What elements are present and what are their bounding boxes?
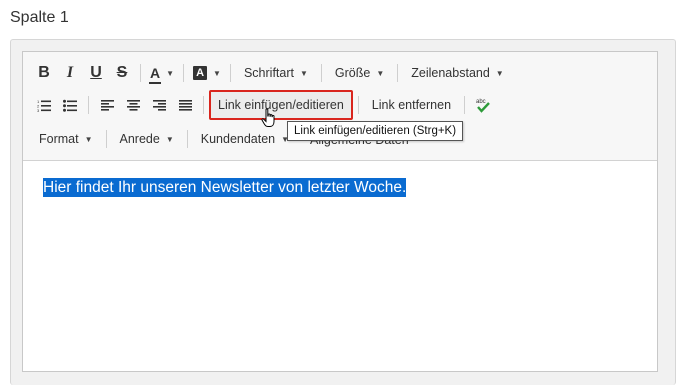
align-right-button[interactable] [146, 93, 172, 117]
toolbar-divider [186, 130, 188, 148]
toolbar-divider [140, 64, 141, 82]
chevron-down-icon: ▼ [165, 134, 174, 144]
font-family-dropdown[interactable]: Schriftart ▼ [236, 61, 316, 85]
toolbar-divider [203, 96, 204, 114]
svg-text:abc: abc [476, 99, 486, 105]
background-color-icon: A [193, 66, 208, 80]
chevron-down-icon: ▼ [213, 68, 221, 78]
spellcheck-icon: abc [476, 99, 490, 113]
toolbar-divider [357, 96, 359, 114]
strikethrough-button[interactable]: S [109, 61, 135, 85]
chevron-down-icon: ▼ [166, 68, 175, 78]
salutation-label: Anrede [119, 132, 160, 146]
svg-text:3: 3 [37, 108, 40, 112]
toolbar-divider [229, 64, 231, 82]
font-color-button[interactable]: A ▼ [146, 61, 178, 85]
customer-data-label: Kundendaten [200, 132, 276, 146]
align-left-button[interactable] [94, 93, 120, 117]
font-size-dropdown[interactable]: Größe ▼ [327, 61, 392, 85]
font-color-icon: A [148, 65, 162, 84]
bold-button[interactable]: B [31, 61, 57, 85]
toolbar-divider [397, 64, 399, 82]
insert-link-tooltip: Link einfügen/editieren (Strg+K) [287, 121, 464, 141]
align-right-icon [152, 99, 166, 111]
toolbar-divider [464, 96, 466, 114]
section-title: Spalte 1 [10, 9, 69, 26]
hand-pointer-icon [261, 108, 275, 127]
numbered-list-button[interactable]: 1 2 3 [31, 93, 57, 117]
chevron-down-icon: ▼ [84, 134, 93, 144]
toolbar-divider [105, 130, 107, 148]
chevron-down-icon: ▼ [299, 68, 308, 78]
underline-button[interactable]: U [83, 61, 109, 85]
rich-text-editor[interactable]: B I U S A ▼ A ▼ Schriftart ▼ Größe ▼ Zei… [22, 51, 658, 372]
format-dropdown[interactable]: Format ▼ [31, 127, 101, 151]
format-label: Format [39, 132, 79, 146]
align-center-icon [126, 99, 140, 111]
toolbar-divider [183, 64, 185, 82]
toolbar-divider [320, 64, 322, 82]
insert-link-button[interactable]: Link einfügen/editieren [209, 90, 353, 120]
font-size-label: Größe [334, 66, 371, 80]
italic-button[interactable]: I [57, 61, 83, 85]
align-justify-icon [178, 99, 192, 111]
toolbar-divider [88, 96, 89, 114]
customer-data-dropdown[interactable]: Kundendaten ▼ [193, 127, 297, 151]
remove-link-button[interactable]: Link entfernen [364, 93, 459, 117]
justify-button[interactable] [172, 93, 198, 117]
selected-text[interactable]: Hier findet Ihr unseren Newsletter von l… [43, 178, 407, 197]
salutation-dropdown[interactable]: Anrede ▼ [112, 127, 182, 151]
spellcheck-button[interactable]: abc [470, 93, 496, 117]
line-height-label: Zeilenabstand [411, 66, 490, 80]
numbered-list-icon: 1 2 3 [37, 99, 51, 112]
toolbar-row-3: Format ▼ Anrede ▼ Kundendaten ▼ [31, 124, 297, 154]
font-family-label: Schriftart [243, 66, 294, 80]
line-height-dropdown[interactable]: Zeilenabstand ▼ [403, 61, 511, 85]
editor-content[interactable]: Hier findet Ihr unseren Newsletter von l… [43, 178, 407, 197]
chevron-down-icon: ▼ [495, 68, 504, 78]
bullet-list-icon [63, 99, 77, 112]
bullet-list-button[interactable] [57, 93, 83, 117]
align-center-button[interactable] [120, 93, 146, 117]
chevron-down-icon: ▼ [376, 68, 385, 78]
toolbar-row-1: B I U S A ▼ A ▼ Schriftart ▼ Größe ▼ Zei… [31, 58, 512, 88]
align-left-icon [100, 99, 114, 111]
background-color-button[interactable]: A ▼ [189, 61, 225, 85]
